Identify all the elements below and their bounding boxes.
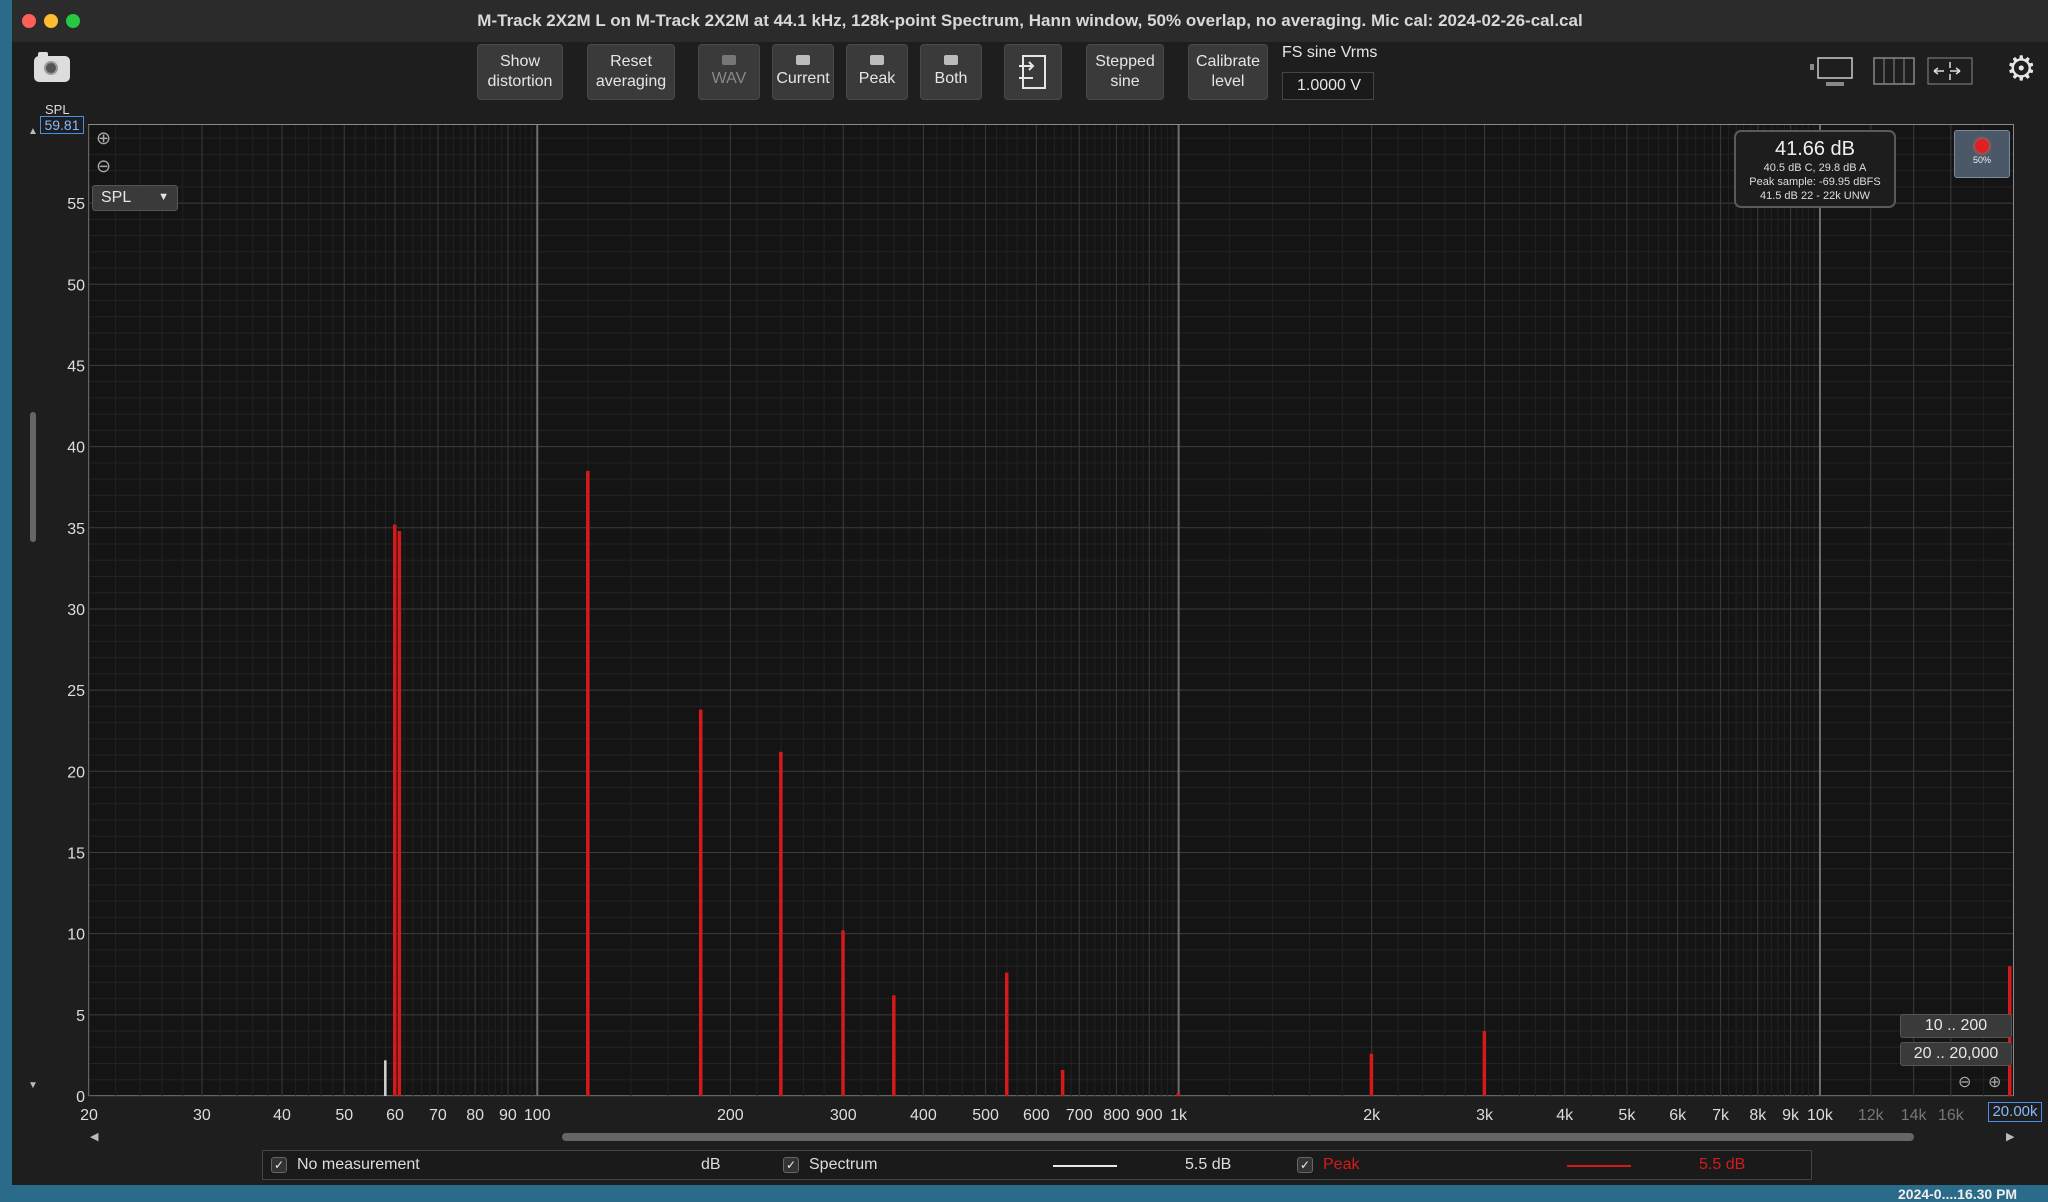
record-percent: 50% bbox=[1972, 155, 1991, 165]
peak-bar bbox=[1004, 972, 1009, 1096]
zoom-out-icon[interactable]: ⊖ bbox=[96, 156, 111, 177]
peak-bar bbox=[392, 524, 397, 1096]
record-icon bbox=[1975, 139, 1989, 153]
x-tick-label: 3k bbox=[1476, 1107, 1494, 1124]
x-tick-label: 12k bbox=[1858, 1107, 1885, 1124]
y-tick-label: 40 bbox=[67, 440, 85, 457]
spectrum-bar bbox=[384, 1060, 387, 1096]
record-button[interactable]: 50% bbox=[1954, 130, 2010, 178]
x-tick-label: 600 bbox=[1023, 1107, 1050, 1124]
scroll-left-arrow-icon[interactable]: ◀ bbox=[90, 1130, 98, 1143]
y-tick-label: 55 bbox=[67, 196, 85, 213]
x-zoom-in-icon[interactable]: ⊕ bbox=[1988, 1072, 2001, 1092]
peak-bar bbox=[841, 930, 845, 1096]
peak-bar bbox=[698, 709, 703, 1096]
peak-bar bbox=[1060, 1070, 1065, 1096]
y-tick-labels: 0 5 10 15 20 25 30 35 40 45 50 55 bbox=[67, 196, 85, 1106]
peak-bar bbox=[586, 470, 590, 1096]
range-10-200-button[interactable]: 10 .. 200 bbox=[1900, 1014, 2012, 1038]
x-tick-labels: 20 30 40 50 60 70 80 90 100 200 300 400 500 600 700 800… bbox=[80, 1107, 1965, 1124]
y-tick-label: 35 bbox=[67, 521, 85, 538]
y-tick-label: 30 bbox=[67, 602, 85, 619]
peak-bar bbox=[892, 995, 896, 1096]
desktop-clock: 2024-0....16.30 PM bbox=[1898, 1186, 2018, 1202]
x-tick-label: 14k bbox=[1901, 1107, 1928, 1124]
spectrum-series bbox=[384, 470, 2011, 1096]
zoom-in-icon[interactable]: ⊕ bbox=[96, 128, 111, 149]
chevron-down-icon: ▼ bbox=[158, 191, 169, 203]
y-tick-label: 5 bbox=[76, 1008, 85, 1025]
spectrum-line-swatch bbox=[1053, 1165, 1117, 1167]
x-tick-label: 7k bbox=[1712, 1107, 1730, 1124]
peak-bar bbox=[779, 751, 783, 1096]
peak-bar bbox=[1369, 1053, 1374, 1096]
y-axis-selector-value: SPL bbox=[101, 189, 132, 206]
y-tick-label: 0 bbox=[76, 1089, 85, 1106]
readout-main: 41.66 dB bbox=[1774, 138, 1856, 160]
x-tick-label: 700 bbox=[1066, 1107, 1093, 1124]
x-tick-label: 800 bbox=[1103, 1107, 1130, 1124]
peak-value: 5.5 dB bbox=[1699, 1156, 1746, 1173]
x-tick-label: 90 bbox=[499, 1107, 517, 1124]
x-tick-label: 40 bbox=[273, 1107, 291, 1124]
peak-line-swatch bbox=[1567, 1165, 1631, 1167]
y-tick-label: 45 bbox=[67, 358, 85, 375]
x-max-field[interactable]: 20.00k bbox=[1988, 1102, 2042, 1122]
y-tick-label: 25 bbox=[67, 683, 85, 700]
peak-label: Peak bbox=[1323, 1156, 1360, 1173]
no-measurement-checkbox[interactable]: ✓ bbox=[271, 1157, 287, 1173]
horizontal-scrollbar[interactable]: ◀ ▶ bbox=[90, 1130, 2014, 1144]
level-readout: 41.66 dB 40.5 dB C, 29.8 dB A Peak sampl… bbox=[1734, 130, 1896, 208]
y-tick-label: 15 bbox=[67, 845, 85, 862]
spectrum-value: 5.5 dB bbox=[1185, 1156, 1232, 1173]
x-tick-label: 60 bbox=[386, 1107, 404, 1124]
y-tick-label: 50 bbox=[67, 277, 85, 294]
x-tick-label: 5k bbox=[1618, 1107, 1636, 1124]
y-tick-label: 20 bbox=[67, 764, 85, 781]
no-measurement-label: No measurement bbox=[297, 1156, 420, 1173]
x-tick-label: 10k bbox=[1807, 1107, 1834, 1124]
y-tick-label: 10 bbox=[67, 927, 85, 944]
x-tick-label: 4k bbox=[1556, 1107, 1574, 1124]
readout-line-1: 40.5 dB C, 29.8 dB A bbox=[1763, 162, 1867, 174]
x-tick-label: 2k bbox=[1363, 1107, 1381, 1124]
readout-line-2: Peak sample: -69.95 dBFS bbox=[1749, 176, 1881, 188]
x-tick-label: 200 bbox=[717, 1107, 744, 1124]
scroll-right-arrow-icon[interactable]: ▶ bbox=[2006, 1130, 2014, 1143]
x-tick-label: 6k bbox=[1669, 1107, 1687, 1124]
grid-minor bbox=[89, 125, 2013, 1096]
peak-checkbox[interactable]: ✓ bbox=[1297, 1157, 1313, 1173]
x-tick-label: 8k bbox=[1749, 1107, 1767, 1124]
x-tick-label: 80 bbox=[466, 1107, 484, 1124]
x-tick-label: 16k bbox=[1938, 1107, 1965, 1124]
peak-bar bbox=[397, 531, 402, 1096]
x-tick-label: 9k bbox=[1782, 1107, 1800, 1124]
peak-series bbox=[392, 470, 2012, 1096]
x-tick-label: 300 bbox=[830, 1107, 857, 1124]
range-20-20000-button[interactable]: 20 .. 20,000 bbox=[1900, 1042, 2012, 1066]
y-axis-selector[interactable]: SPL ▼ bbox=[92, 185, 178, 211]
x-tick-label: 500 bbox=[972, 1107, 999, 1124]
x-tick-label: 100 bbox=[524, 1107, 551, 1124]
x-tick-label: 900 bbox=[1136, 1107, 1163, 1124]
unit-label: dB bbox=[701, 1156, 721, 1173]
x-tick-label: 400 bbox=[910, 1107, 937, 1124]
legend-bar: ✓ No measurement dB ✓ Spectrum 5.5 dB ✓ … bbox=[262, 1150, 1812, 1180]
x-zoom-out-icon[interactable]: ⊖ bbox=[1958, 1072, 1971, 1092]
spectrum-checkbox[interactable]: ✓ bbox=[783, 1157, 799, 1173]
peak-bar bbox=[1482, 1031, 1487, 1096]
x-tick-label: 1k bbox=[1170, 1107, 1188, 1124]
spectrum-label: Spectrum bbox=[809, 1156, 878, 1173]
readout-line-3: 41.5 dB 22 - 22k UNW bbox=[1759, 190, 1871, 202]
x-tick-label: 20 bbox=[80, 1107, 98, 1124]
x-tick-label: 70 bbox=[429, 1107, 447, 1124]
x-tick-label: 50 bbox=[335, 1107, 353, 1124]
horizontal-scroll-thumb[interactable] bbox=[562, 1133, 1914, 1141]
peak-bar bbox=[1176, 1092, 1181, 1096]
x-tick-label: 30 bbox=[193, 1107, 211, 1124]
